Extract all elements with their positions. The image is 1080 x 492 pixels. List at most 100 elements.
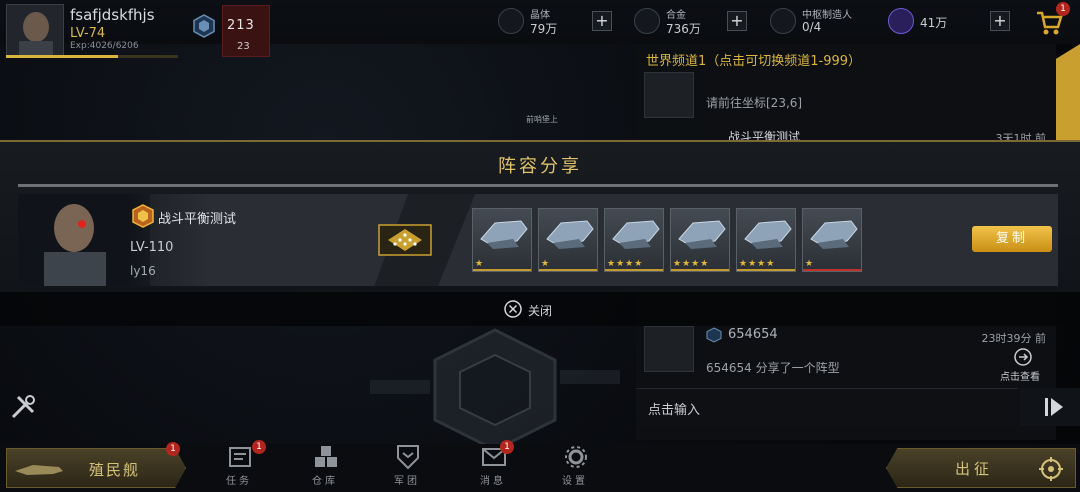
settings-icon (565, 446, 587, 468)
crosshair-icon (1039, 457, 1063, 481)
commander-name: 战斗平衡测试 (158, 212, 237, 227)
close-label: 关闭 (528, 304, 553, 318)
mission-icon (229, 447, 251, 467)
deploy-button[interactable]: 出征 (886, 448, 1076, 488)
resource-label: 合金 (666, 10, 686, 21)
chat-message-text[interactable]: 请前往坐标[23,6] (706, 94, 802, 111)
ship-icon (678, 220, 726, 249)
resource-label: 晶体 (530, 10, 550, 21)
ship-stars: ★ (541, 259, 551, 269)
chat-avatar (644, 72, 694, 118)
ship-rarity-bar (803, 269, 861, 271)
ship-stars: ★★★★ (739, 259, 776, 269)
chat-input-placeholder: 点击输入 (648, 403, 701, 418)
ship-stars: ★★★★ (673, 259, 710, 269)
ship-rarity-bar (605, 269, 663, 271)
space-station-image (370, 328, 620, 452)
ship-icon (612, 220, 660, 249)
add-crystal-button[interactable]: + (592, 11, 612, 31)
copy-button[interactable]: 复制 (972, 226, 1052, 252)
ship-icon (810, 220, 858, 249)
ship-slot[interactable]: ★★★★ (736, 208, 796, 272)
chat-sender-name: 654654 (728, 327, 778, 342)
ship-rarity-bar (473, 269, 531, 271)
ship-rarity-bar (671, 269, 729, 271)
ship-stars: ★ (475, 259, 485, 269)
player-level: LV-74 (70, 26, 106, 41)
exp-bar (6, 55, 178, 58)
close-button[interactable]: 关闭 (504, 300, 552, 320)
chat-message-text: 654654 分享了一个阵型 (706, 361, 840, 375)
chat-input[interactable]: 点击输入 (636, 388, 1018, 426)
crystal-icon (498, 8, 524, 34)
nav-legion-label: 军团 (394, 476, 420, 487)
nav-warehouse-label: 仓库 (312, 476, 338, 487)
resource-label: 中枢制造人 (802, 10, 852, 21)
ship-icon (546, 220, 594, 249)
nav-message[interactable]: 消息 (458, 444, 528, 490)
ship-rarity-bar (737, 269, 795, 271)
resource-value: 736万 (666, 22, 701, 36)
arrow-right-circle-icon[interactable] (1014, 348, 1032, 366)
ship-icon (744, 220, 792, 249)
lineup-card: 战斗平衡测试 LV-110 ly16 ★ ★ ★★★★ ★★★★ ★★★★ ★ 复制 (18, 194, 1058, 286)
resource-value: 41万 (920, 16, 948, 30)
ranking-value: 23 (237, 41, 250, 52)
wrench-tools-icon[interactable] (8, 392, 38, 422)
send-button[interactable] (1020, 388, 1080, 426)
nav-legion[interactable]: 军团 (372, 444, 442, 490)
exp-bar-fill (6, 55, 118, 58)
add-alloy-button[interactable]: + (727, 11, 747, 31)
lineup-share-dialog: 阵容分享 战斗平衡测试 LV-110 ly16 ★ ★ ★★★★ ★★★★ ★★★★ ★ … (0, 140, 1080, 292)
warehouse-icon (315, 446, 337, 467)
deploy-label: 出征 (955, 460, 994, 478)
ship-stars: ★ (805, 259, 815, 269)
nav-message-label: 消息 (480, 476, 506, 487)
view-share-link[interactable]: 点击查看 (1000, 368, 1040, 383)
chat-time: 23时39分 前 (981, 332, 1047, 345)
colony-ship-button[interactable]: 殖民舰 (6, 448, 186, 488)
send-icon (1045, 398, 1063, 416)
hexagon-rank-icon (706, 327, 722, 343)
ship-slot[interactable]: ★ (538, 208, 598, 272)
colony-ship-label: 殖民舰 (89, 461, 141, 479)
nav-warehouse[interactable]: 仓库 (290, 444, 360, 490)
nav-settings-label: 设置 (562, 476, 588, 487)
dialog-title: 阵容分享 (498, 156, 582, 177)
ship-slot[interactable]: ★★★★ (604, 208, 664, 272)
map-label: 前哨堡上 (526, 115, 558, 124)
ship-stars: ★★★★ (607, 259, 644, 269)
commander-level: LV-110 (130, 240, 174, 255)
ship-icon (480, 220, 528, 249)
message-badge: 1 (500, 440, 514, 454)
ship-slot[interactable]: ★★★★ (670, 208, 730, 272)
player-avatar[interactable] (6, 4, 64, 57)
player-exp: Exp:4026/6206 (70, 41, 139, 51)
commander-rank-badge-icon (132, 204, 154, 228)
close-icon (504, 300, 522, 318)
add-currency-button[interactable]: + (990, 11, 1010, 31)
nav-settings[interactable]: 设置 (540, 444, 610, 490)
resource-value: 79万 (530, 22, 558, 36)
u-currency-icon (888, 8, 914, 34)
alloy-icon (634, 8, 660, 34)
ranking-button[interactable]: 213 23 (222, 5, 270, 57)
colony-ship-icon (15, 465, 63, 475)
commander-user: ly16 (130, 264, 156, 278)
ship-rarity-bar (539, 269, 597, 271)
colony-badge: 1 (166, 442, 180, 456)
ship-slot[interactable]: ★ (472, 208, 532, 272)
ship-slot[interactable]: ★ (802, 208, 862, 272)
cart-badge: 1 (1056, 2, 1070, 16)
nav-mission-label: 任务 (226, 476, 252, 487)
player-name: fsafjdskfhjs (70, 6, 155, 24)
hexagon-rank-icon[interactable] (192, 14, 216, 38)
legion-icon (397, 445, 419, 470)
portrait-icon (19, 12, 53, 57)
ranking-digits: 213 (227, 18, 255, 33)
divider (18, 184, 1058, 187)
mission-badge: 1 (252, 440, 266, 454)
formation-icon (378, 224, 432, 256)
chat-channel-selector[interactable]: 世界频道1（点击可切换频道1-999） (646, 50, 861, 69)
resource-value: 0/4 (802, 20, 822, 34)
